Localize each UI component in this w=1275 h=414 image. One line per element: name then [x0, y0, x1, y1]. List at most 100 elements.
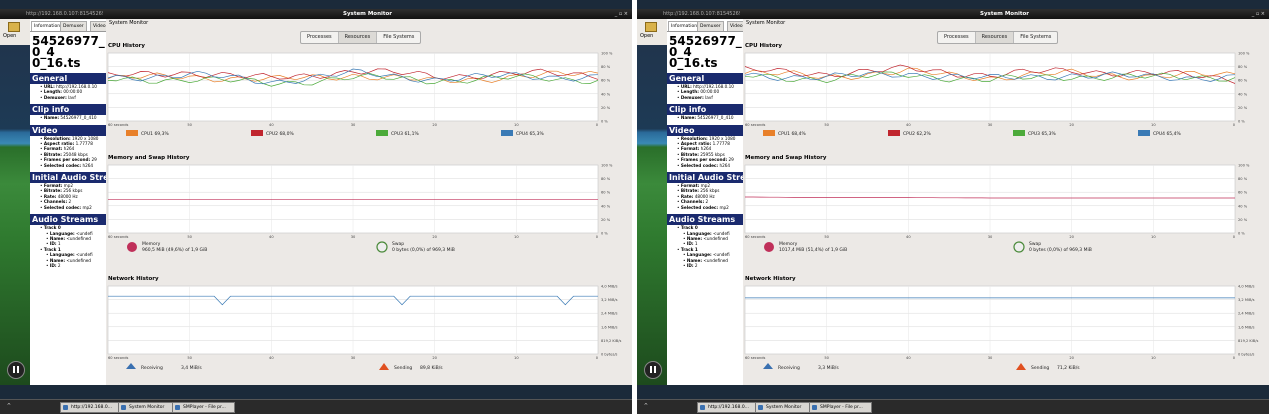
legend-swatch[interactable] [376, 130, 388, 136]
info-key: Name [686, 235, 701, 241]
window-controls[interactable]: _ ▫ × [615, 9, 628, 19]
info-value: 29 [91, 157, 97, 163]
legend-swatch[interactable] [126, 130, 138, 136]
taskbar-item-browser[interactable]: http://192.168.0... [60, 402, 125, 413]
memory-label: Memory [779, 241, 798, 247]
tab-processes[interactable]: Processes [938, 32, 976, 43]
info-key: Frames per second [680, 157, 726, 163]
info-key: Aspect ratio [680, 141, 710, 147]
memory-history-chart: 100 % 80 % 60 % 40 % 20 % 0 % 60 seconds 50 40 30… [744, 164, 1250, 253]
taskbar-item-smplayer[interactable]: SMPlayer - File pr... [809, 402, 872, 413]
y-tick-label: 1,6 MiB/s [601, 325, 618, 329]
legend-label: CPU2 68,0% [266, 131, 294, 137]
file-title: 54526977_0_4 0_16.ts [669, 34, 742, 70]
tab-video[interactable]: Video [90, 21, 106, 31]
tab-processes[interactable]: Processes [301, 32, 339, 43]
start-menu-icon[interactable]: ⌃ [6, 402, 12, 411]
legend-swatch[interactable] [763, 130, 775, 136]
x-tick-label: 60 seconds [108, 356, 129, 360]
receiving-label: Receiving [778, 365, 800, 371]
legend-swatch[interactable] [1013, 130, 1025, 136]
x-tick-label: 20 [1069, 123, 1074, 127]
sending-value: 89,8 KiB/s [420, 365, 443, 371]
section-heading: General [30, 73, 106, 84]
swap-pie-icon[interactable] [376, 241, 388, 253]
taskbar-item-system-monitor[interactable]: System Monitor [118, 402, 179, 413]
sending-icon[interactable] [379, 363, 389, 370]
tab-information[interactable]: Information [31, 21, 64, 31]
section-heading: Clip info [30, 104, 106, 116]
tab-file-systems[interactable]: File Systems [1014, 32, 1057, 43]
legend-swatch[interactable] [888, 130, 900, 136]
info-key: Bitrate [680, 151, 698, 157]
y-tick-label: 0 bytes/s [1238, 353, 1255, 357]
tab-video[interactable]: Video [727, 21, 743, 31]
tab-information[interactable]: Information [668, 21, 701, 31]
y-tick-label: 1,6 MiB/s [1238, 325, 1255, 329]
memory-pie-icon[interactable] [127, 242, 137, 252]
tab-demuxer[interactable]: Demuxer [697, 21, 724, 31]
tab-file-systems[interactable]: File Systems [377, 32, 420, 43]
x-tick-label: 30 [351, 123, 356, 127]
open-button[interactable]: Open [637, 19, 668, 45]
y-tick-label: 20 % [601, 218, 611, 222]
y-tick-label: 100 % [601, 52, 613, 56]
x-tick-label: 20 [1069, 235, 1074, 239]
menu-bar[interactable]: System Monitor [106, 19, 632, 28]
taskbar-item-smplayer[interactable]: SMPlayer - File pr... [172, 402, 235, 413]
start-menu-icon[interactable]: ⌃ [643, 402, 649, 411]
x-tick-label: 50 [187, 235, 192, 239]
y-tick-label: 60 % [1238, 79, 1248, 83]
folder-icon [645, 22, 657, 32]
system-monitor-window: System Monitor Processes Resources File … [743, 19, 1269, 385]
info-key: URL [43, 84, 54, 89]
legend-swatch[interactable] [501, 130, 513, 136]
info-key: Demuxer [680, 94, 703, 100]
top-bar: http://192.168.0.107:8154526977 System M… [637, 9, 1269, 19]
x-tick-label: 30 [988, 356, 993, 360]
player-tabs: Information Demuxer Video [30, 19, 106, 32]
info-value: http://192.168.0.10 [693, 84, 734, 89]
info-value: 54526977_0_410 [60, 115, 97, 121]
receiving-icon[interactable] [763, 363, 773, 369]
player-tabs: Information Demuxer Video [667, 19, 743, 32]
y-tick-label: 4,0 MiB/s [1238, 285, 1255, 289]
window-controls[interactable]: _ ▫ × [1252, 9, 1265, 19]
info-key: Channels [43, 199, 66, 205]
info-key: Language [49, 252, 73, 258]
memory-pie-icon[interactable] [764, 242, 774, 252]
window-title: System Monitor [980, 11, 1029, 17]
x-tick-label: 20 [432, 123, 437, 127]
x-tick-label: 30 [351, 235, 356, 239]
y-tick-label: 80 % [601, 177, 611, 181]
pause-button[interactable] [644, 361, 662, 379]
pause-button[interactable] [7, 361, 25, 379]
receiving-icon[interactable] [126, 363, 136, 369]
taskbar-item-browser[interactable]: http://192.168.0... [697, 402, 762, 413]
info-key: Language [49, 230, 73, 236]
y-tick-label: 4,0 MiB/s [601, 285, 618, 289]
browser-url-tab[interactable]: http://192.168.0.107:8154526977 [637, 9, 740, 19]
taskbar-label: http://192.168.0... [71, 405, 112, 410]
menu-bar[interactable]: System Monitor [743, 19, 1269, 28]
sending-icon[interactable] [1016, 363, 1026, 370]
legend-swatch[interactable] [251, 130, 263, 136]
swap-pie-icon[interactable] [1013, 241, 1025, 253]
network-history-title: Network History [745, 276, 796, 282]
tab-resources[interactable]: Resources [975, 32, 1015, 43]
y-tick-label: 40 % [1238, 204, 1248, 208]
info-row: • Demuxer: lavf [40, 94, 76, 100]
legend-swatch[interactable] [1138, 130, 1150, 136]
info-row: • Selected codec: h264 [677, 162, 731, 168]
taskbar-item-system-monitor[interactable]: System Monitor [755, 402, 816, 413]
tab-resources[interactable]: Resources [338, 32, 378, 43]
open-button[interactable]: Open [0, 19, 31, 45]
x-tick-label: 50 [187, 123, 192, 127]
taskbar: ⌃ http://192.168.0... System Monitor SMP… [637, 399, 1269, 414]
x-tick-label: 30 [351, 356, 356, 360]
x-tick-label: 40 [269, 356, 274, 360]
window-title: System Monitor [343, 11, 392, 17]
tab-demuxer[interactable]: Demuxer [60, 21, 87, 31]
info-sections: General • URL: http://192.168.0.10 • Lengt… [30, 73, 106, 268]
browser-url-tab[interactable]: http://192.168.0.107:8154526977 [0, 9, 103, 19]
